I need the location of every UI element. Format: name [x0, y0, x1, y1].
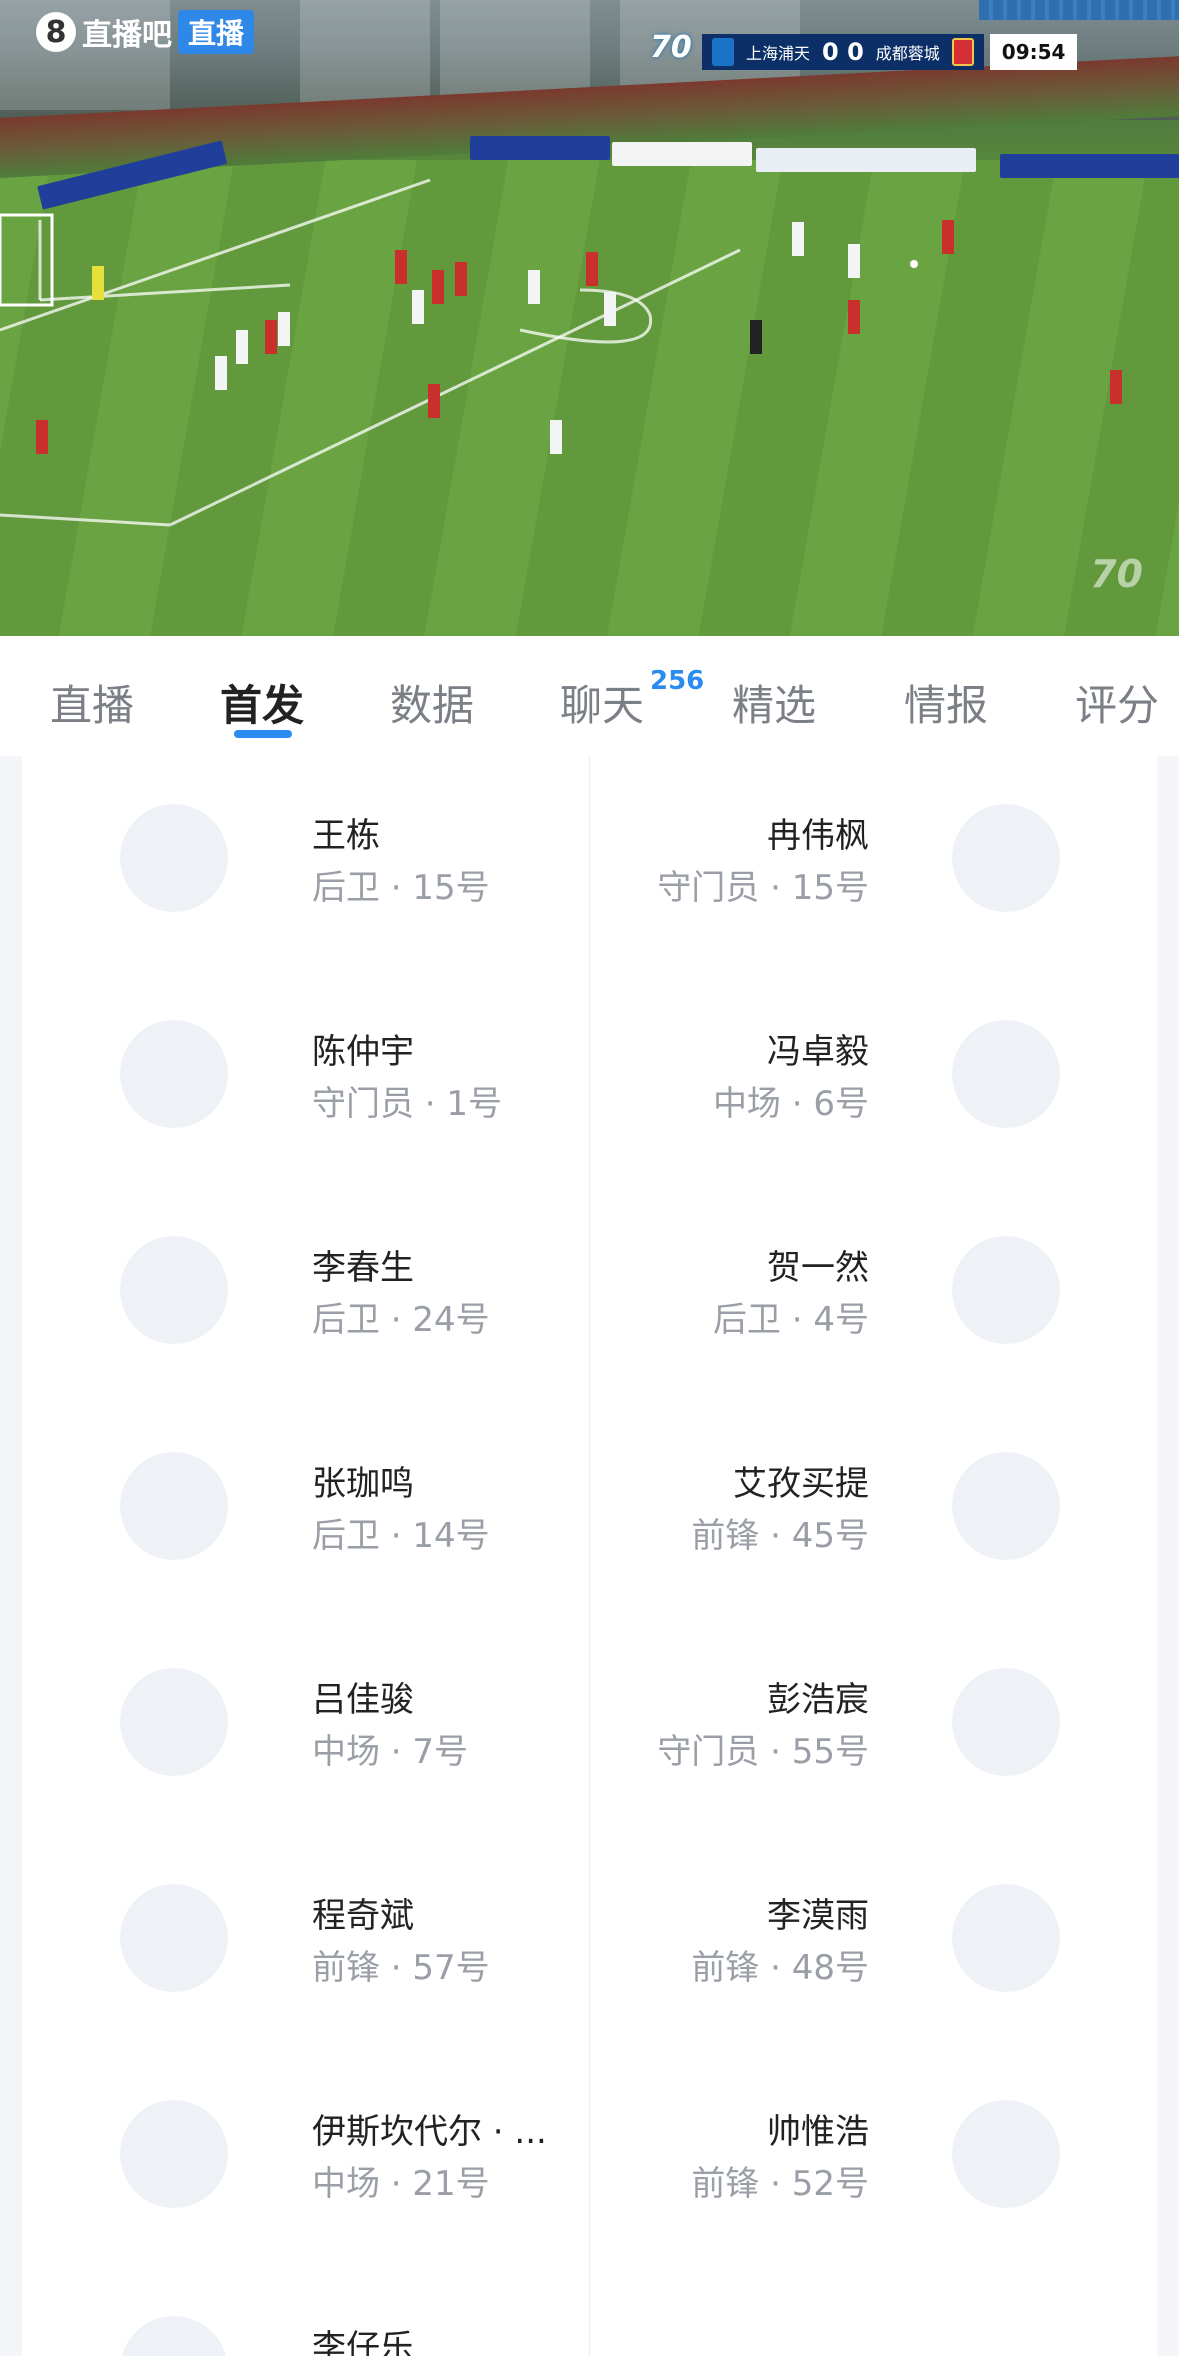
player-position-number: 前锋 · 52号 [691, 2164, 869, 2204]
player-name: 李仔乐 [312, 2328, 414, 2356]
player-avatar [120, 2316, 228, 2356]
score-panel: 上海浦天 0 0 成都蓉城 [702, 34, 984, 70]
goalkeeper [92, 266, 104, 300]
tab-stats[interactable]: 数据 [390, 672, 474, 733]
player-row[interactable]: 贺一然 后卫 · 4号 [22, 1236, 1157, 1376]
player-row[interactable]: 艾孜买提 前锋 · 45号 [22, 1452, 1157, 1592]
player-position-number: 前锋 · 48号 [691, 1948, 869, 1988]
pitch-lines [0, 178, 1122, 527]
player-avatar [952, 2100, 1060, 2208]
logo-number-icon: 8 [36, 12, 76, 52]
chat-count-badge: 256 [650, 666, 705, 696]
ball [910, 260, 918, 268]
away-team-name: 成都蓉城 [875, 44, 940, 63]
tab-lineup[interactable]: 首发 [220, 672, 304, 733]
goal-frame [0, 213, 54, 307]
player-avatar [952, 804, 1060, 912]
player-row[interactable]: 李漠雨 前锋 · 48号 [22, 1884, 1157, 2024]
referee [750, 320, 762, 354]
match-clock: 09:54 [989, 34, 1078, 70]
tab-highlights[interactable]: 精选 [732, 672, 816, 733]
tab-ratings[interactable]: 评分 [1075, 672, 1159, 733]
lineup-list: 王栋 后卫 · 15号 陈仲宇 守门员 · 1号 李春生 后卫 · 24号 张珈… [22, 756, 1157, 2356]
player-name: 李漠雨 [767, 1896, 869, 1936]
player-name: 彭浩宸 [767, 1680, 869, 1720]
player-name: 冉伟枫 [767, 816, 869, 856]
anniversary-badge: 70 [650, 30, 692, 65]
player-row[interactable]: 李仔乐 [22, 2316, 589, 2356]
zhibo8-logo: 8 直播吧 直播 [36, 10, 255, 54]
player-row[interactable]: 彭浩宸 守门员 · 55号 [22, 1668, 1157, 1808]
player-name: 冯卓毅 [767, 1032, 869, 1072]
tab-live[interactable]: 直播 [50, 672, 134, 733]
player-name: 帅惟浩 [767, 2112, 869, 2152]
live-badge: 直播 [178, 10, 255, 54]
video-player[interactable]: 8 直播吧 直播 70 上海浦天 0 0 成都蓉城 09:54 70 [0, 0, 1179, 636]
home-crest-icon [712, 38, 734, 66]
player-position-number: 后卫 · 4号 [712, 1300, 869, 1340]
tab-intel[interactable]: 情报 [904, 672, 988, 733]
player-row[interactable]: 冉伟枫 守门员 · 15号 [22, 804, 1157, 944]
player-position-number: 守门员 · 55号 [657, 1732, 869, 1772]
player-avatar [952, 1236, 1060, 1344]
home-team-name: 上海浦天 [746, 44, 811, 63]
tab-chat[interactable]: 聊天 [560, 672, 644, 733]
player-avatar [952, 1884, 1060, 1992]
player-row[interactable]: 帅惟浩 前锋 · 52号 [22, 2100, 1157, 2240]
player-avatar [952, 1452, 1060, 1560]
player-row[interactable]: 冯卓毅 中场 · 6号 [22, 1020, 1157, 1160]
players-home [36, 220, 1122, 454]
player-name: 艾孜买提 [733, 1464, 869, 1504]
match-score: 0 0 [822, 38, 864, 66]
scoreboard: 70 上海浦天 0 0 成都蓉城 09:54 [650, 30, 1078, 74]
tab-bar: 直播 首发 数据 聊天 256 精选 情报 评分 [0, 636, 1179, 756]
player-position-number: 前锋 · 45号 [691, 1516, 869, 1556]
player-name: 贺一然 [767, 1248, 869, 1288]
player-position-number: 守门员 · 15号 [657, 868, 869, 908]
player-avatar [952, 1668, 1060, 1776]
players-away [215, 222, 860, 454]
active-tab-indicator [234, 730, 292, 738]
player-position-number: 中场 · 6号 [712, 1084, 869, 1124]
player-avatar [952, 1020, 1060, 1128]
logo-text: 直播吧 [82, 18, 172, 53]
away-crest-icon [951, 38, 974, 66]
broadcast-watermark: 70 [1090, 552, 1143, 596]
